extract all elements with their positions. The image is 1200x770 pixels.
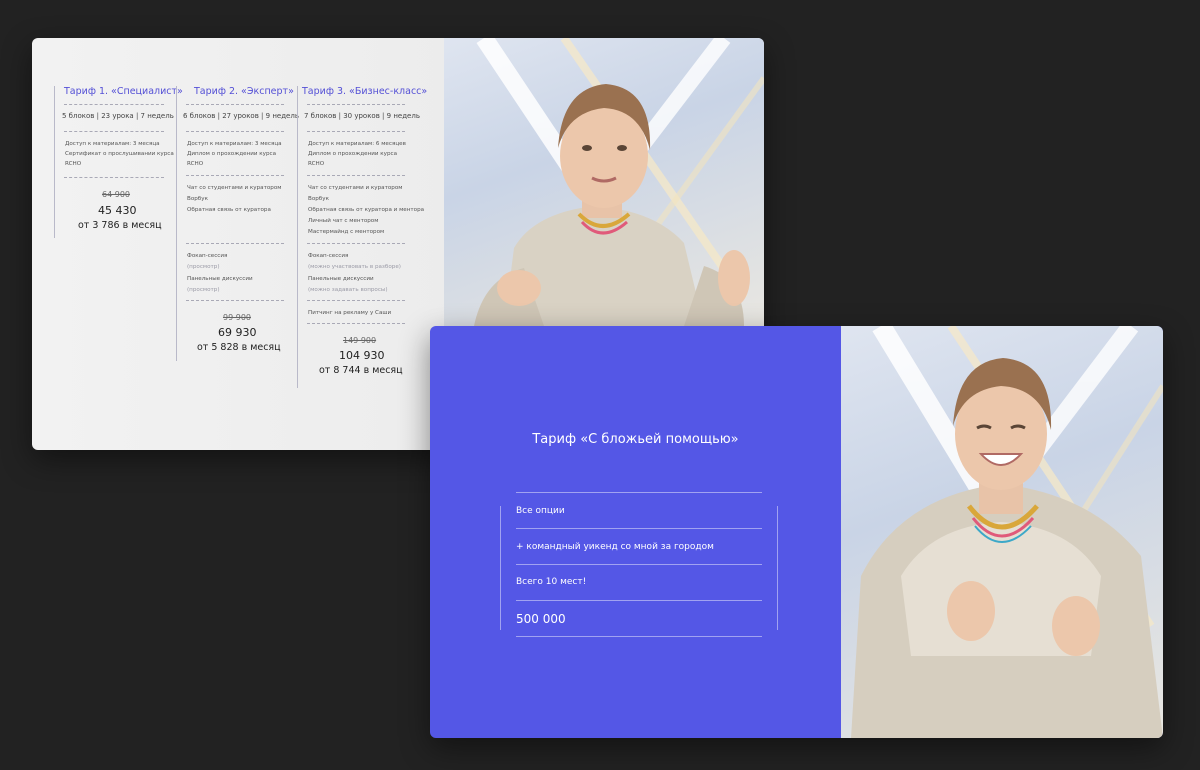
divider <box>186 175 284 176</box>
divider <box>64 177 164 178</box>
feature-line: Фокап-сессия <box>308 253 349 259</box>
monthly-price: от 3 786 в месяц <box>78 220 162 231</box>
divider <box>186 131 284 132</box>
feature-line: Ворбук <box>308 196 329 202</box>
option-line: Всего 10 мест! <box>516 577 587 587</box>
premium-tariff-slide: Тариф «С бложьей помощью» Все опции + ко… <box>430 326 1163 738</box>
feature-line: Доступ к материалам: 3 месяца <box>187 141 282 147</box>
slide-title: Тариф «С бложьей помощью» <box>532 432 739 447</box>
divider <box>186 104 284 105</box>
feature-line: Питчинг на рекламу у Саши <box>308 310 392 316</box>
feature-line: RCHO <box>65 161 82 167</box>
divider <box>516 600 762 601</box>
feature-line: Личный чат с ментором <box>308 218 379 224</box>
old-price: 99 900 <box>223 313 251 322</box>
option-line: + командный уикенд со мной за городом <box>516 542 714 552</box>
feature-line: Обратная связь от куратора <box>187 207 271 213</box>
tariff-meta: 6 блоков | 27 уроков | 9 недель <box>183 112 299 120</box>
presenter-image <box>474 38 764 326</box>
divider <box>307 175 405 176</box>
divider <box>186 243 284 244</box>
column-divider <box>176 86 177 361</box>
feature-line: Обратная связь от куратора и ментора <box>308 207 425 213</box>
feature-line: Доступ к материалам: 3 месяца <box>65 141 160 147</box>
divider <box>64 104 164 105</box>
tariff-meta: 7 блоков | 30 уроков | 9 недель <box>304 112 420 120</box>
divider <box>307 104 405 105</box>
divider <box>516 564 762 565</box>
divider <box>516 492 762 493</box>
feature-line: Диплом о прохождении курса <box>187 151 277 157</box>
divider <box>516 636 762 637</box>
price: 69 930 <box>218 326 257 339</box>
feature-note: (просмотр) <box>187 287 220 293</box>
divider <box>516 528 762 529</box>
feature-line: Панельные дискуссии <box>308 276 374 282</box>
tariff-title: Тариф 2. «Эксперт» <box>194 86 294 97</box>
divider <box>307 323 405 324</box>
option-line: Все опции <box>516 506 565 516</box>
feature-line: Ворбук <box>187 196 208 202</box>
feature-line: Сертификат о прослушивании курса <box>65 151 174 157</box>
feature-note: (можно участвовать в разборе) <box>308 264 401 270</box>
old-price: 149 900 <box>343 336 377 345</box>
feature-note: (просмотр) <box>187 264 220 270</box>
column-divider <box>54 86 55 238</box>
feature-line: RCHO <box>308 161 325 167</box>
feature-line: Доступ к материалам: 6 месяцев <box>308 141 406 147</box>
monthly-price: от 8 744 в месяц <box>319 365 403 376</box>
divider <box>64 131 164 132</box>
feature-line: RCHO <box>187 161 204 167</box>
presenter-video <box>444 38 764 326</box>
tariff-meta: 5 блоков | 23 урока | 7 недель <box>62 112 174 120</box>
feature-line: Фокап-сессия <box>187 253 228 259</box>
old-price: 64 900 <box>102 190 130 199</box>
presenter-video <box>841 326 1163 738</box>
feature-line: Чат со студентами и куратором <box>308 185 403 191</box>
feature-line: Панельные дискуссии <box>187 276 253 282</box>
feature-line: Чат со студентами и куратором <box>187 185 282 191</box>
column-divider <box>297 86 298 388</box>
divider <box>307 131 405 132</box>
feature-line: Мастермайнд с ментором <box>308 229 385 235</box>
divider <box>307 300 405 301</box>
price: 104 930 <box>339 349 385 362</box>
presenter-image <box>851 326 1163 738</box>
monthly-price: от 5 828 в месяц <box>197 342 281 353</box>
divider <box>307 243 405 244</box>
right-rule <box>777 506 778 630</box>
tariff-title: Тариф 3. «Бизнес-класс» <box>302 86 428 97</box>
price: 500 000 <box>516 612 566 626</box>
feature-note: (можно задавать вопросы) <box>308 287 388 293</box>
price: 45 430 <box>98 204 137 217</box>
divider <box>186 300 284 301</box>
left-rule <box>500 506 501 630</box>
tariff-title: Тариф 1. «Специалист» <box>64 86 183 97</box>
feature-line: Диплом о прохождении курса <box>308 151 398 157</box>
